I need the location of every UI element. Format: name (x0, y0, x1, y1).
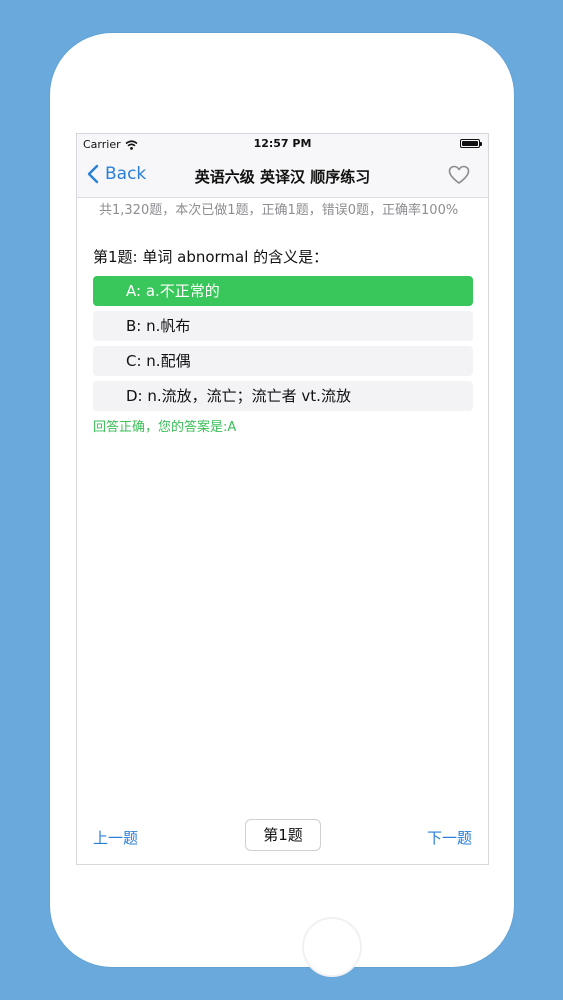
answer-option-b[interactable]: B: n.帆布 (93, 311, 473, 341)
answer-option-c[interactable]: C: n.配偶 (93, 346, 473, 376)
chevron-left-icon (87, 164, 99, 184)
back-button[interactable]: Back (87, 164, 146, 184)
prev-question-button[interactable]: 上一题 (93, 827, 138, 848)
answer-option-d[interactable]: D: n.流放，流亡；流亡者 vt.流放 (93, 381, 473, 411)
home-button[interactable] (302, 917, 362, 977)
navigation-bar: Back 英语六级 英译汉 顺序练习 (77, 156, 488, 198)
favorite-button[interactable] (448, 165, 470, 189)
bottom-toolbar: 上一题 第1题 下一题 (77, 818, 488, 854)
progress-stats: 共1,320题，本次已做1题，正确1题，错误0题，正确率100% (99, 203, 459, 218)
heart-outline-icon (448, 165, 470, 184)
status-time: 12:57 PM (253, 137, 312, 150)
answer-option-a[interactable]: A: a.不正常的 (93, 276, 473, 306)
app-screen: Carrier 12:57 PM Back 英语六级 英译汉 顺序练习 共1,3… (76, 133, 489, 865)
page-title: 英语六级 英译汉 顺序练习 (194, 168, 371, 186)
back-label: Back (105, 164, 147, 184)
next-question-button[interactable]: 下一题 (427, 827, 472, 848)
question-text: 第1题: 单词 abnormal 的含义是： (93, 248, 329, 266)
question-number-button[interactable]: 第1题 (245, 819, 321, 851)
answer-result: 回答正确，您的答案是:A (93, 420, 237, 435)
status-bar: Carrier 12:57 PM (77, 134, 488, 156)
battery-icon (460, 139, 482, 148)
